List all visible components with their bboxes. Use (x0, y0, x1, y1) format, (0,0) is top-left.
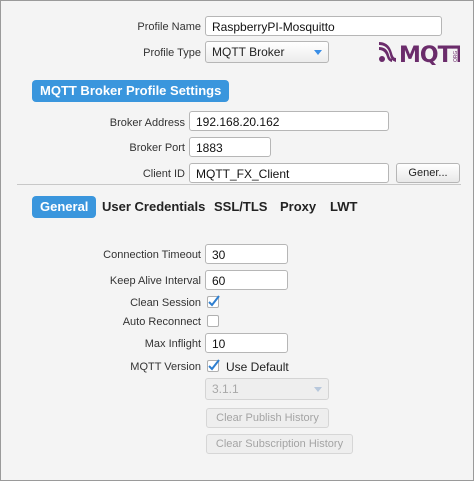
section-divider (17, 184, 461, 185)
mqtt-logo-text: MQTT (399, 43, 460, 65)
profile-type-value: MQTT Broker (212, 45, 285, 59)
keep-alive-label: Keep Alive Interval (109, 275, 201, 287)
checkmark-icon (208, 359, 220, 371)
use-default-checkbox[interactable] (207, 359, 220, 372)
mqtt-logo: MQTT ORG (378, 41, 468, 68)
client-id-label: Client ID (142, 168, 185, 180)
tab-user-credentials[interactable]: User Credentials (102, 196, 205, 218)
clear-subscription-history-button[interactable]: Clear Subscription History (206, 434, 353, 454)
broker-settings-title: MQTT Broker Profile Settings (32, 80, 230, 102)
max-inflight-label: Max Inflight (144, 338, 201, 350)
keep-alive-input[interactable]: 60 (205, 270, 288, 290)
connection-timeout-label: Connection Timeout (103, 249, 201, 261)
profile-name-label: Profile Name (137, 21, 201, 33)
clear-publish-history-button[interactable]: Clear Publish History (206, 408, 329, 428)
clean-session-checkbox[interactable] (207, 295, 220, 308)
mqtt-version-value: 3.1.1 (212, 382, 239, 396)
broker-port-input[interactable]: 1883 (189, 137, 271, 157)
auto-reconnect-checkbox[interactable] (207, 315, 219, 327)
mqtt-logo-icon: MQTT ORG (379, 42, 468, 68)
generate-client-id-button[interactable]: Gener... (396, 163, 460, 183)
checkmark-icon (208, 295, 220, 307)
client-id-input[interactable]: MQTT_FX_Client (189, 163, 389, 183)
use-default-label: Use Default (226, 360, 289, 374)
clean-session-label: Clean Session (130, 297, 201, 309)
connection-timeout-input[interactable]: 30 (205, 244, 288, 264)
tab-proxy[interactable]: Proxy (280, 196, 316, 218)
profile-type-select[interactable]: MQTT Broker (205, 41, 329, 63)
tab-ssl-tls[interactable]: SSL/TLS (214, 196, 267, 218)
profile-name-input[interactable]: RaspberryPI-Mosquitto (205, 16, 442, 36)
broker-address-label: Broker Address (109, 117, 185, 129)
broker-address-input[interactable]: 192.168.20.162 (189, 111, 389, 131)
chevron-down-icon (314, 50, 322, 55)
profile-settings-window: Profile Name RaspberryPI-Mosquitto Profi… (0, 0, 474, 481)
profile-type-label: Profile Type (143, 47, 201, 59)
broker-port-label: Broker Port (129, 142, 185, 154)
mqtt-version-label: MQTT Version (130, 361, 201, 373)
mqtt-version-select[interactable]: 3.1.1 (205, 378, 329, 400)
tab-lwt[interactable]: LWT (330, 196, 357, 218)
tab-general[interactable]: General (32, 196, 97, 218)
max-inflight-input[interactable]: 10 (205, 333, 288, 353)
auto-reconnect-label: Auto Reconnect (122, 316, 201, 328)
chevron-down-icon (314, 387, 322, 392)
mqtt-logo-sub: ORG (453, 51, 459, 62)
